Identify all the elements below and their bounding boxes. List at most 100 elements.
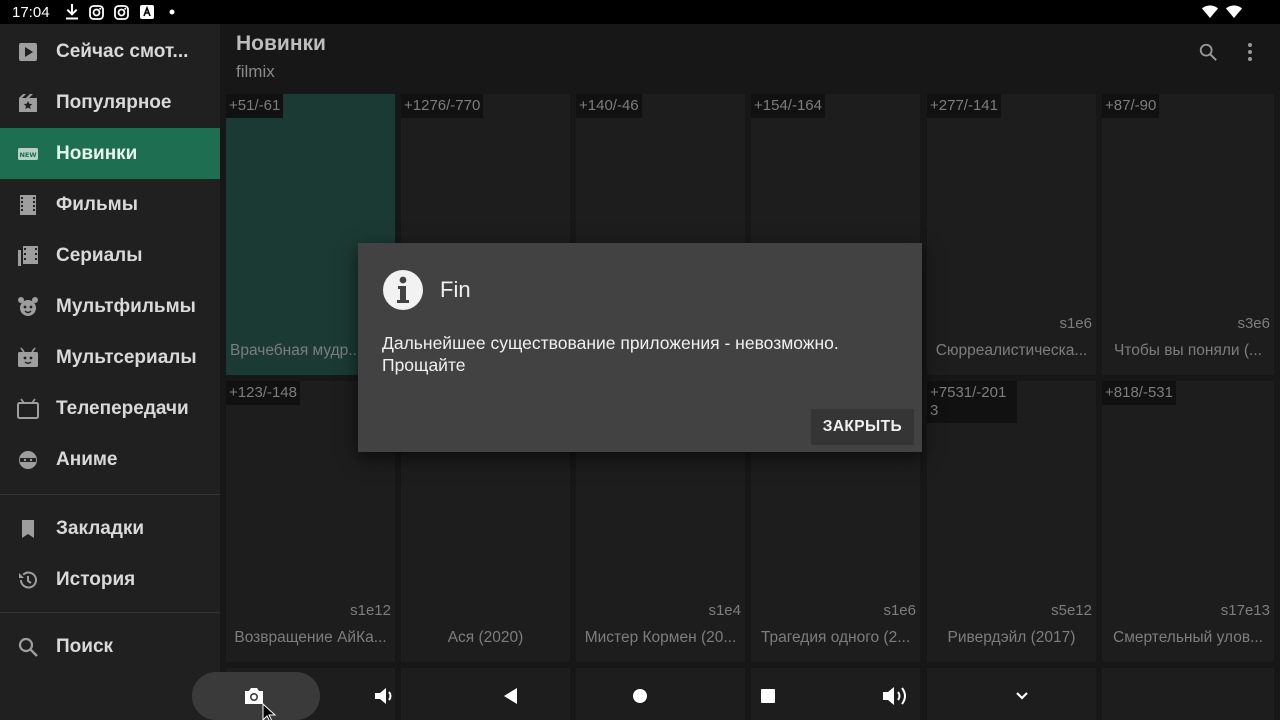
grid-card[interactable]: +818/-531 s17e13 Смертельный улов...: [1102, 381, 1274, 662]
svg-text:NEW: NEW: [19, 151, 36, 159]
sidebar-item-label: История: [56, 568, 136, 590]
instagram-icon: [114, 4, 130, 20]
screen: 17:04 Сейчас смот... Популярное NEW Нови…: [0, 0, 1280, 720]
card-title: Мистер Кормен (20...: [584, 629, 737, 646]
sidebar-item-cartoon-series[interactable]: Мультсериалы: [0, 332, 220, 383]
sidebar-item-label: Закладки: [56, 517, 145, 539]
volume-down-icon: [375, 688, 392, 704]
popular-icon: [0, 92, 56, 114]
card-title: Чтобы вы поняли (...: [1114, 342, 1262, 359]
volume-up-icon: [883, 687, 906, 705]
page-title: Новинки: [236, 32, 326, 55]
rating-badge: +123/-148: [226, 381, 300, 405]
sidebar-item-label: Фильмы: [56, 193, 138, 215]
sidebar-item-label: Сейчас смот...: [56, 40, 189, 62]
camera-icon: [245, 688, 263, 704]
alert-dialog: Fin Дальнейшее существование приложения …: [358, 243, 922, 452]
back-button[interactable]: [495, 682, 527, 710]
sidebar-item-search[interactable]: Поиск: [0, 621, 220, 672]
navigation-bar: [0, 672, 1280, 720]
sidebar-item-films[interactable]: Фильмы: [0, 179, 220, 230]
series-icon: [0, 245, 56, 267]
rating-badge: +140/-46: [576, 94, 642, 118]
episode-label: s1e12: [350, 602, 391, 619]
sidebar-item-label: Аниме: [56, 448, 118, 470]
grid-card[interactable]: +277/-141 s1e6 Сюрреалистическа...: [927, 94, 1096, 375]
page-subtitle: filmix: [236, 62, 275, 81]
rating-badge: +7531/-2013: [927, 381, 1017, 423]
sidebar-divider: [0, 494, 220, 495]
app-icon: [139, 4, 155, 20]
download-icon: [64, 4, 80, 20]
sidebar-item-label: Мультсериалы: [56, 346, 197, 368]
grid-card[interactable]: +7531/-2013 s5e12 Ривердэйл (2017): [927, 381, 1096, 662]
instagram-icon: [89, 4, 105, 20]
rating-badge: +277/-141: [927, 94, 1001, 118]
home-button[interactable]: [624, 682, 656, 710]
card-title: Трагедия одного (2...: [760, 629, 911, 646]
info-icon: [383, 270, 423, 310]
sidebar-item-label: Сериалы: [56, 244, 143, 266]
dot-icon: [164, 4, 180, 20]
episode-label: s1e6: [1059, 315, 1092, 332]
sidebar-item-anime[interactable]: Аниме: [0, 434, 220, 485]
volume-up-button[interactable]: [880, 682, 912, 710]
new-icon: NEW: [0, 143, 56, 165]
episode-label: s3e6: [1237, 315, 1270, 332]
sidebar-item-now-watching[interactable]: Сейчас смот...: [0, 26, 220, 77]
card-title: Возвращение АйКа...: [234, 629, 387, 646]
search-icon: [0, 636, 56, 658]
status-bar: 17:04: [0, 0, 1280, 24]
episode-label: s5e12: [1051, 602, 1092, 619]
episode-label: s1e6: [883, 602, 916, 619]
close-button[interactable]: ЗАКРЫТЬ: [810, 409, 914, 445]
recents-button[interactable]: [752, 682, 784, 710]
sidebar-item-label: Телепередачи: [56, 397, 189, 419]
status-time: 17:04: [12, 3, 50, 21]
tv-icon: [0, 398, 56, 420]
more-vert-icon: [1248, 43, 1252, 61]
sidebar-item-series[interactable]: Сериалы: [0, 230, 220, 281]
cartoon-icon: [0, 296, 56, 318]
rating-badge: +818/-531: [1102, 381, 1176, 405]
back-icon: [504, 688, 517, 704]
sidebar-item-tv-shows[interactable]: Телепередачи: [0, 383, 220, 434]
rating-badge: +51/-61: [226, 94, 284, 118]
mouse-cursor-icon: [262, 703, 277, 720]
dialog-message: Дальнейшее существование приложения - не…: [382, 333, 839, 375]
sidebar: Сейчас смот... Популярное NEW Новинки Фи…: [0, 24, 220, 720]
grid-card[interactable]: +87/-90 s3e6 Чтобы вы поняли (...: [1102, 94, 1274, 375]
search-icon: [1199, 43, 1217, 61]
sidebar-item-label: Новинки: [56, 142, 138, 164]
recents-icon: [761, 689, 775, 703]
card-title: Ася (2020): [447, 629, 524, 646]
cartoon-series-icon: [0, 347, 56, 369]
sidebar-item-label: Поиск: [56, 635, 114, 657]
sidebar-item-bookmarks[interactable]: Закладки: [0, 503, 220, 554]
dialog-title: Fin: [440, 277, 471, 302]
card-title: Сюрреалистическа...: [935, 342, 1088, 359]
sidebar-item-history[interactable]: История: [0, 554, 220, 605]
card-title: Смертельный улов...: [1113, 629, 1263, 646]
sidebar-item-label: Мультфильмы: [56, 295, 196, 317]
sidebar-divider: [0, 612, 220, 613]
search-button[interactable]: [1194, 38, 1222, 66]
chevron-down-icon: [1016, 692, 1028, 700]
episode-label: s17e13: [1220, 602, 1270, 619]
collapse-button[interactable]: [1006, 682, 1038, 710]
volume-down-button[interactable]: [368, 682, 400, 710]
home-icon: [633, 689, 647, 703]
sidebar-item-new[interactable]: NEW Новинки: [0, 128, 220, 179]
sidebar-item-popular[interactable]: Популярное: [0, 77, 220, 128]
play-icon: [0, 41, 56, 63]
history-icon: [0, 569, 56, 591]
bookmark-icon: [0, 518, 56, 540]
sidebar-item-label: Популярное: [56, 91, 172, 113]
sidebar-item-cartoons[interactable]: Мультфильмы: [0, 281, 220, 332]
more-options-button[interactable]: [1236, 38, 1264, 66]
toolbar: Новинки filmix: [220, 24, 1280, 94]
card-title: Ривердэйл (2017): [947, 629, 1076, 646]
rating-badge: +154/-164: [751, 94, 825, 118]
film-icon: [0, 194, 56, 216]
wifi-icon: [1226, 4, 1242, 20]
